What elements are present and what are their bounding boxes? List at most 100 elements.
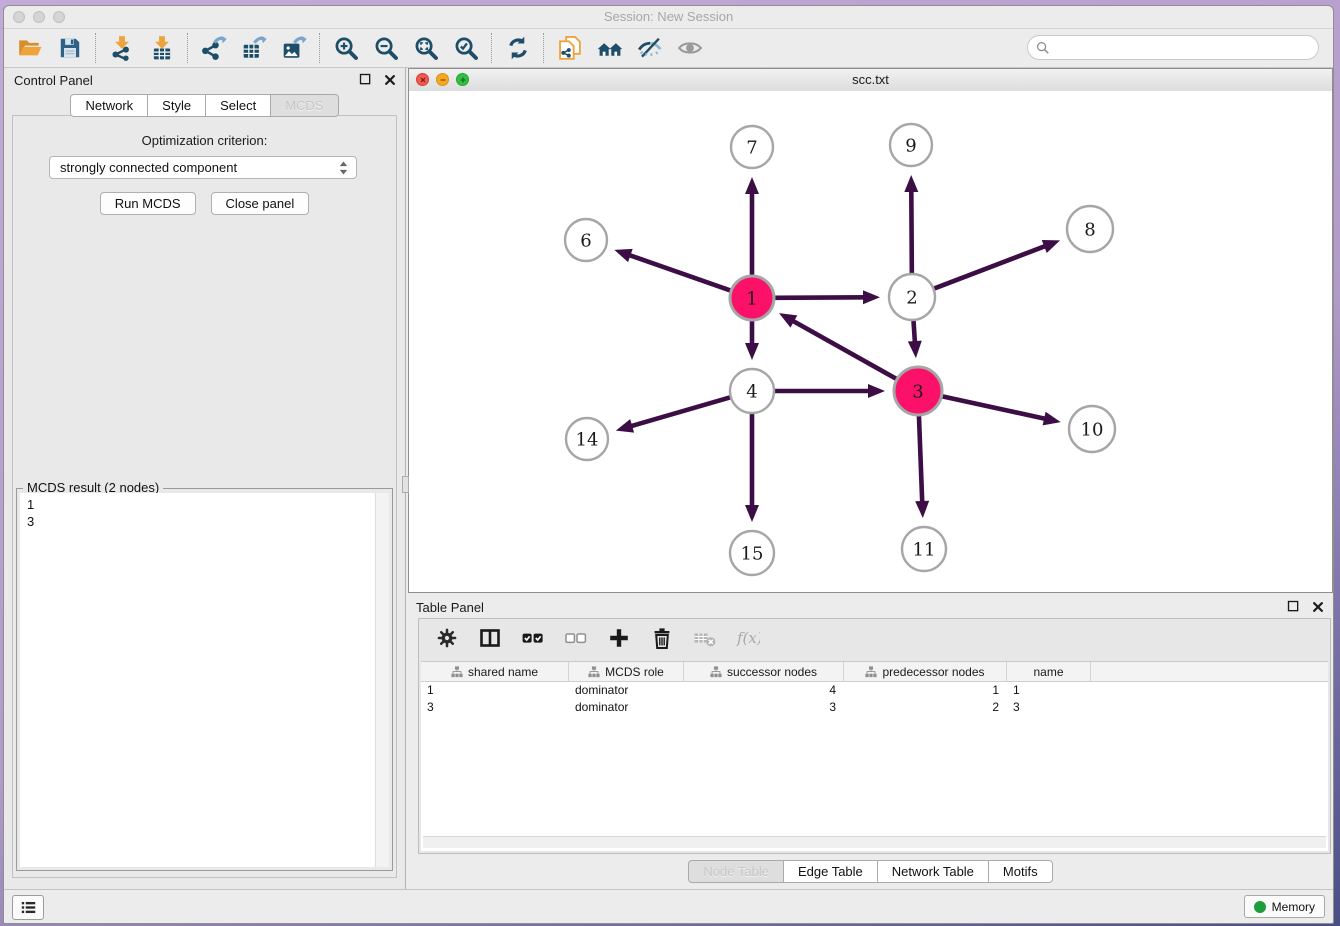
table-cell[interactable]: 3: [421, 699, 569, 716]
close-panel-icon[interactable]: [383, 73, 397, 87]
mcds-result-area[interactable]: 13: [20, 493, 389, 867]
save-session-icon[interactable]: [56, 34, 84, 62]
network-window-titlebar[interactable]: scc.txt: [409, 69, 1332, 92]
export-network-icon[interactable]: [200, 34, 228, 62]
refresh-network-icon[interactable]: [504, 34, 532, 62]
open-session-icon[interactable]: [16, 34, 44, 62]
table-cell[interactable]: 3: [684, 699, 844, 716]
graph-node-8[interactable]: 8: [1067, 206, 1113, 252]
deselect-all-icon[interactable]: [562, 624, 590, 652]
zoom-out-icon[interactable]: [372, 34, 400, 62]
edge-1-6[interactable]: [614, 249, 730, 291]
float-table-panel-icon[interactable]: [1286, 599, 1301, 614]
edge-4-3[interactable]: [775, 384, 885, 398]
show-all-icon[interactable]: [676, 34, 704, 62]
table-tab-network-table[interactable]: Network Table: [878, 860, 989, 883]
graph-node-7[interactable]: 7: [731, 126, 773, 168]
toggle-panes-icon[interactable]: [476, 624, 504, 652]
column-header-successor-nodes[interactable]: successor nodes: [684, 662, 844, 681]
clone-network-icon[interactable]: [556, 34, 584, 62]
table-cell[interactable]: dominator: [569, 682, 684, 699]
graph-node-3[interactable]: 3: [894, 367, 942, 415]
column-header-name[interactable]: name: [1007, 662, 1091, 681]
graph-node-14[interactable]: 14: [566, 418, 608, 460]
table-row[interactable]: 1dominator411: [421, 682, 1328, 699]
table-horizontal-scrollbar[interactable]: [423, 836, 1326, 848]
network-canvas[interactable]: 1 2 3 4 6 7 8 9 10 11 14 15: [409, 91, 1332, 592]
float-panel-icon[interactable]: [358, 72, 373, 87]
panel-divider-grip[interactable]: [402, 476, 409, 493]
edge-1-7[interactable]: [745, 177, 759, 275]
close-panel-button[interactable]: Close panel: [211, 192, 310, 215]
column-header-MCDS-role[interactable]: MCDS role: [569, 662, 684, 681]
import-table-icon[interactable]: [148, 34, 176, 62]
column-header-shared-name[interactable]: shared name: [421, 662, 569, 681]
edge-4-14[interactable]: [616, 397, 730, 432]
tab-style[interactable]: Style: [148, 94, 206, 117]
table-cell[interactable]: 1: [844, 682, 1007, 699]
edge-3-11[interactable]: [915, 416, 929, 518]
svg-text:8: 8: [1084, 219, 1095, 240]
first-neighbors-icon[interactable]: [596, 34, 624, 62]
column-label: MCDS role: [605, 665, 664, 679]
graph-node-1[interactable]: 1: [730, 276, 774, 320]
zoom-in-icon[interactable]: [332, 34, 360, 62]
edge-2-9[interactable]: [904, 175, 918, 273]
hierarchy-icon: [710, 666, 722, 678]
edge-2-8[interactable]: [934, 240, 1060, 288]
zoom-fit-icon[interactable]: [412, 34, 440, 62]
export-image-icon[interactable]: [280, 34, 308, 62]
table-cell[interactable]: 1: [1007, 682, 1091, 699]
graph-node-4[interactable]: 4: [730, 369, 774, 413]
delete-entry-icon[interactable]: [648, 624, 676, 652]
graph-node-6[interactable]: 6: [565, 219, 607, 261]
table-row[interactable]: 3dominator323: [421, 699, 1328, 716]
mcds-result-lines: 13: [20, 493, 389, 533]
close-table-panel-icon[interactable]: [1311, 600, 1325, 614]
table-tab-motifs[interactable]: Motifs: [989, 860, 1053, 883]
edge-1-2[interactable]: [775, 290, 880, 304]
table-panel-content: f(x) shared nameMCDS rolesuccessor nodes…: [418, 618, 1331, 854]
tab-network[interactable]: Network: [70, 94, 148, 117]
import-network-icon[interactable]: [108, 34, 136, 62]
tab-select[interactable]: Select: [206, 94, 271, 117]
table-settings-icon[interactable]: [433, 624, 461, 652]
svg-text:1: 1: [746, 288, 757, 309]
svg-text:7: 7: [746, 137, 757, 158]
select-all-icon[interactable]: [519, 624, 547, 652]
search-box[interactable]: [1027, 35, 1319, 60]
table-tab-edge-table[interactable]: Edge Table: [784, 860, 878, 883]
svg-text:6: 6: [580, 230, 591, 251]
table-header-row: shared name MCDS role successor nodesprede…: [421, 662, 1328, 682]
table-tab-node-table[interactable]: Node Table: [688, 860, 784, 883]
run-mcds-button[interactable]: Run MCDS: [100, 192, 196, 215]
add-entry-icon[interactable]: [605, 624, 633, 652]
edge-3-1[interactable]: [779, 313, 896, 379]
export-table-icon[interactable]: [240, 34, 268, 62]
edge-3-10[interactable]: [942, 396, 1060, 425]
edge-2-3[interactable]: [908, 321, 922, 358]
criterion-dropdown[interactable]: strongly connected component: [49, 156, 357, 179]
graph-node-9[interactable]: 9: [890, 124, 932, 166]
table-cell[interactable]: 2: [844, 699, 1007, 716]
memory-status-icon: [1254, 901, 1266, 913]
task-history-button[interactable]: [12, 895, 44, 920]
graph-node-2[interactable]: 2: [889, 274, 935, 320]
table-cell[interactable]: 4: [684, 682, 844, 699]
zoom-selected-icon[interactable]: [452, 34, 480, 62]
graph-node-15[interactable]: 15: [730, 531, 774, 575]
memory-button[interactable]: Memory: [1244, 895, 1325, 918]
table-cell[interactable]: dominator: [569, 699, 684, 716]
column-header-predecessor-nodes[interactable]: predecessor nodes: [844, 662, 1007, 681]
result-scrollbar[interactable]: [375, 493, 389, 867]
tab-mcds[interactable]: MCDS: [271, 94, 338, 117]
graph-node-10[interactable]: 10: [1069, 406, 1115, 452]
edge-1-4[interactable]: [745, 321, 759, 360]
node-table: shared name MCDS role successor nodesprede…: [421, 661, 1328, 851]
table-cell[interactable]: 1: [421, 682, 569, 699]
search-input[interactable]: [1055, 40, 1310, 56]
hide-selected-icon[interactable]: [636, 34, 664, 62]
edge-4-15[interactable]: [745, 414, 759, 522]
table-cell[interactable]: 3: [1007, 699, 1091, 716]
graph-node-11[interactable]: 11: [902, 527, 946, 571]
